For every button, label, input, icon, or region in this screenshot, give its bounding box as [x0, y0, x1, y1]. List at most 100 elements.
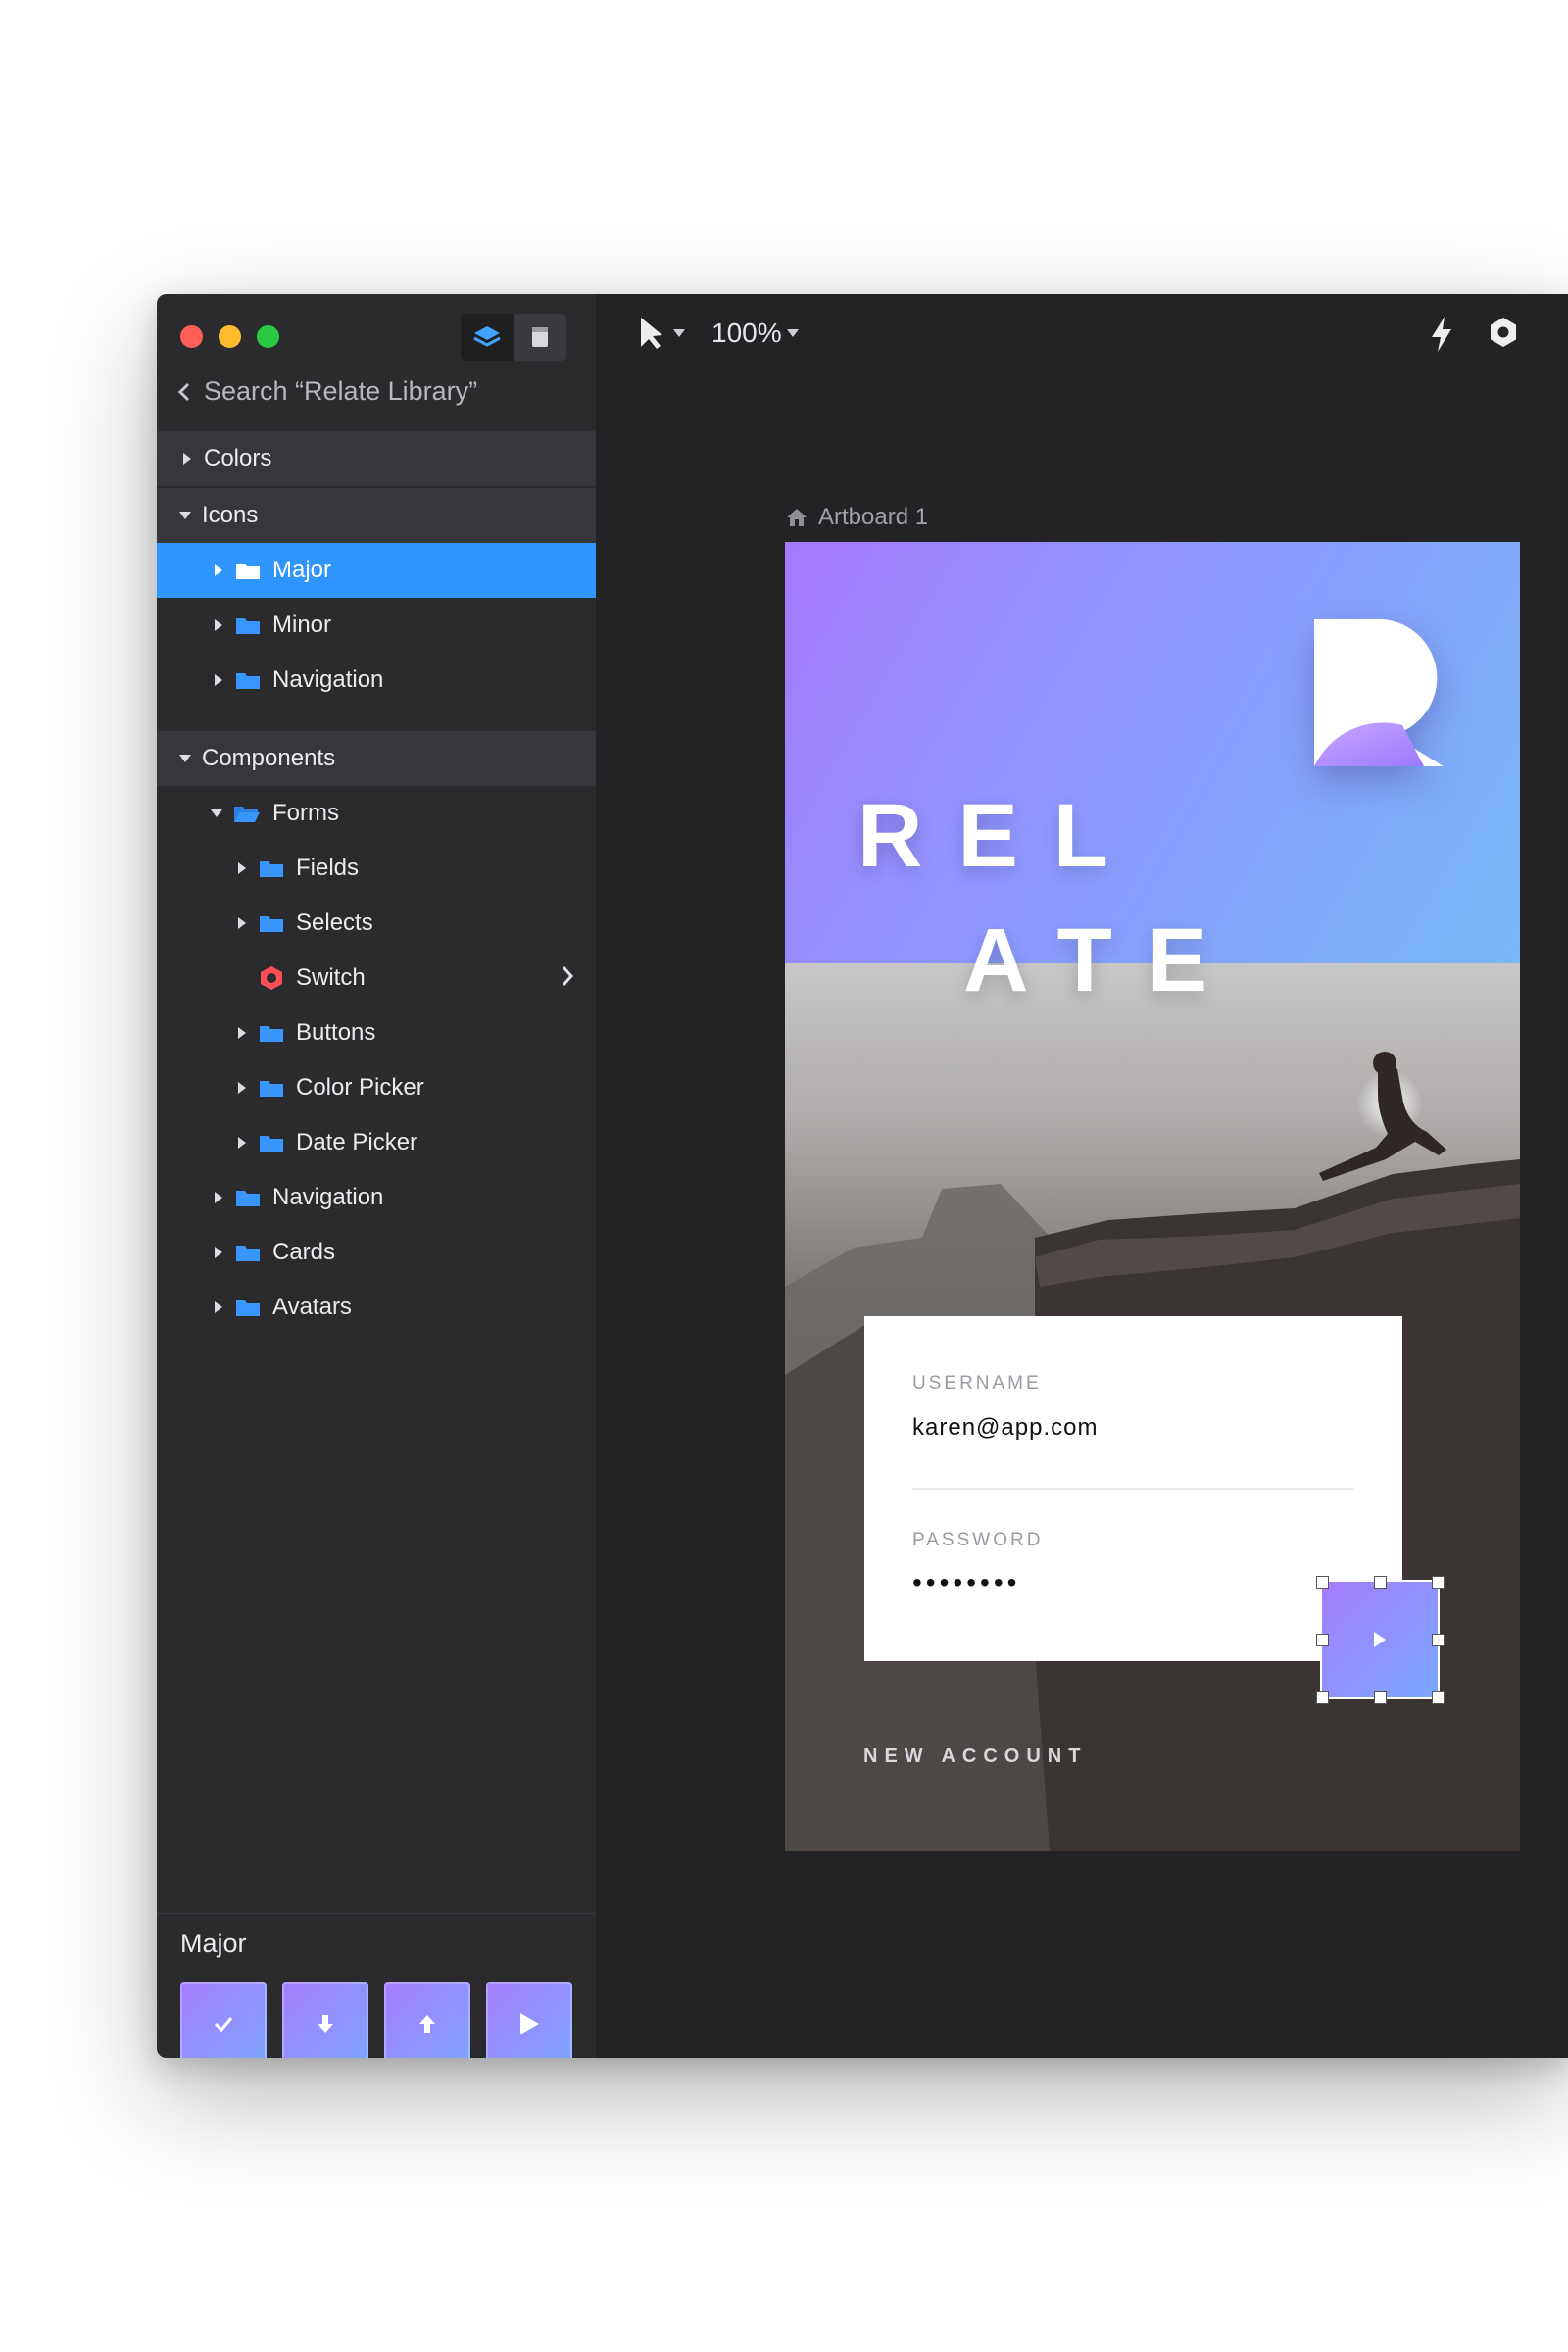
disclosure-right-icon[interactable]	[212, 1246, 225, 1259]
sidebar-view-toggle	[461, 314, 566, 361]
chevron-down-icon	[786, 329, 799, 337]
lightning-icon	[1432, 317, 1451, 352]
resize-handle-left[interactable]	[1316, 1634, 1329, 1646]
resize-handle-top-right[interactable]	[1432, 1576, 1445, 1589]
disclosure-right-icon[interactable]	[235, 1136, 249, 1150]
folder-icon	[235, 1188, 261, 1207]
tree-item-navigation[interactable]: Navigation	[157, 653, 596, 708]
brand-wordmark-line-1: REL	[858, 786, 1144, 886]
tree-label: Colors	[204, 445, 272, 471]
tree-section-icons[interactable]: Icons	[157, 488, 596, 543]
resize-handle-top-left[interactable]	[1316, 1576, 1329, 1589]
page-icon	[532, 327, 548, 347]
zoom-window-button[interactable]	[257, 325, 279, 348]
disclosure-right-icon[interactable]	[212, 618, 225, 632]
hexagon-settings-icon	[1491, 318, 1516, 347]
disclosure-right-icon[interactable]	[212, 1300, 225, 1314]
resize-handle-bottom[interactable]	[1374, 1691, 1387, 1704]
artboard-label[interactable]: Artboard 1	[785, 504, 928, 531]
layers-icon	[473, 326, 501, 347]
library-back-search[interactable]: Search “Relate Library”	[178, 376, 477, 407]
disclosure-right-icon[interactable]	[180, 452, 194, 466]
disclosure-right-icon[interactable]	[235, 1026, 249, 1040]
tree-label: Navigation	[272, 1184, 384, 1210]
tree-section-colors[interactable]: Colors	[157, 431, 596, 486]
field-divider	[912, 1488, 1353, 1490]
folder-icon	[235, 670, 261, 690]
tree-item-minor[interactable]: Minor	[157, 598, 596, 653]
folder-icon	[259, 1023, 284, 1043]
arrow-up-icon	[419, 2015, 435, 2033]
arrow-down-icon	[318, 2015, 333, 2033]
resize-handle-bottom-left[interactable]	[1316, 1691, 1329, 1704]
tree-section-components[interactable]: Components	[157, 731, 596, 786]
disclosure-right-icon[interactable]	[235, 1081, 249, 1095]
disclosure-down-icon[interactable]	[210, 808, 223, 818]
tree-item-date-picker[interactable]: Date Picker	[157, 1115, 596, 1170]
disclosure-right-icon[interactable]	[212, 564, 225, 577]
tree-item-selects[interactable]: Selects	[157, 896, 596, 951]
disclosure-right-icon[interactable]	[235, 916, 249, 930]
password-label: PASSWORD	[912, 1530, 1044, 1550]
tree-item-component-navigation[interactable]: Navigation	[157, 1170, 596, 1225]
chevron-left-icon	[178, 382, 190, 401]
tree-item-avatars[interactable]: Avatars	[157, 1280, 596, 1335]
home-icon	[787, 509, 807, 526]
selected-submit-button[interactable]	[1320, 1580, 1440, 1699]
tree-label: Navigation	[272, 666, 384, 693]
open-folder-icon	[233, 804, 261, 823]
window-controls	[180, 325, 279, 348]
folder-icon	[235, 1298, 261, 1317]
folder-icon	[235, 1243, 261, 1262]
tree-item-cards[interactable]: Cards	[157, 1225, 596, 1280]
tree-label: Buttons	[296, 1019, 376, 1046]
tree-label: Fields	[296, 855, 360, 881]
tree-item-fields[interactable]: Fields	[157, 841, 596, 896]
symbol-tile-play[interactable]	[486, 1982, 572, 2058]
folder-icon	[259, 913, 284, 933]
chevron-right-icon[interactable]	[561, 964, 574, 995]
divider	[157, 1913, 596, 1914]
symbol-settings-button[interactable]	[1488, 316, 1519, 349]
folder-icon	[235, 615, 261, 635]
prototype-button[interactable]	[1429, 316, 1454, 353]
tree-item-major[interactable]: Major	[157, 543, 596, 598]
symbol-preview-grid	[180, 1982, 592, 2058]
check-icon	[214, 2017, 233, 2033]
username-label: USERNAME	[912, 1373, 1042, 1394]
tree-label: Cards	[272, 1239, 336, 1265]
disclosure-down-icon[interactable]	[178, 511, 192, 520]
pages-view-button[interactable]	[514, 314, 566, 361]
symbol-tile-arrow-down[interactable]	[282, 1982, 368, 2058]
disclosure-right-icon[interactable]	[235, 861, 249, 875]
symbol-tile-check[interactable]	[180, 1982, 267, 2058]
password-field[interactable]: ••••••••	[912, 1567, 1020, 1598]
tree-label: Date Picker	[296, 1129, 418, 1155]
new-account-link[interactable]: NEW ACCOUNT	[863, 1745, 1087, 1768]
tree-label: Avatars	[272, 1294, 352, 1320]
select-tool-menu[interactable]	[637, 316, 686, 351]
search-label: Search “Relate Library”	[204, 376, 478, 406]
disclosure-right-icon[interactable]	[212, 1191, 225, 1204]
tree-item-color-picker[interactable]: Color Picker	[157, 1060, 596, 1115]
zoom-control[interactable]: 100%	[711, 318, 800, 349]
tree-item-switch[interactable]: Switch	[157, 951, 596, 1005]
brand-wordmark-line-2: ATE	[963, 910, 1244, 1010]
minimize-window-button[interactable]	[219, 325, 241, 348]
username-field[interactable]: karen@app.com	[912, 1414, 1098, 1442]
disclosure-down-icon[interactable]	[178, 754, 192, 763]
tree-item-buttons[interactable]: Buttons	[157, 1005, 596, 1060]
play-icon	[1374, 1632, 1386, 1647]
tree-item-forms[interactable]: Forms	[157, 786, 596, 841]
library-sidebar: Search “Relate Library” Colors Icons Maj…	[157, 294, 596, 2058]
disclosure-right-icon[interactable]	[212, 673, 225, 687]
layers-view-button[interactable]	[461, 314, 514, 361]
preview-panel-title: Major	[180, 1929, 247, 1958]
app-window: Search “Relate Library” Colors Icons Maj…	[157, 294, 1568, 2058]
resize-handle-bottom-right[interactable]	[1432, 1691, 1445, 1704]
symbol-tile-arrow-up[interactable]	[384, 1982, 470, 2058]
resize-handle-top[interactable]	[1374, 1576, 1387, 1589]
close-window-button[interactable]	[180, 325, 203, 348]
resize-handle-right[interactable]	[1432, 1634, 1445, 1646]
tree-label: Forms	[272, 800, 339, 826]
